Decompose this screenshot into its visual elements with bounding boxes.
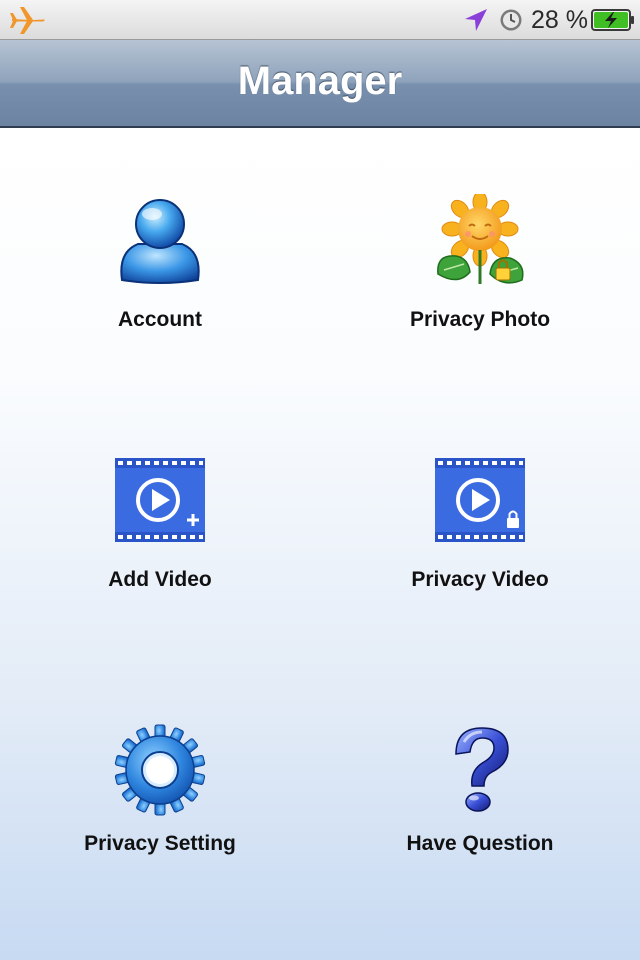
privacy-setting-label: Privacy Setting — [84, 832, 236, 855]
add-video-label: Add Video — [108, 568, 212, 591]
status-bar: 28 % — [0, 0, 640, 40]
alarm-clock-icon — [500, 9, 522, 31]
privacy-setting-button[interactable]: Privacy Setting — [0, 656, 320, 856]
question-mark-icon — [455, 727, 509, 812]
privacy-video-label: Privacy Video — [411, 568, 549, 591]
privacy-photo-button[interactable]: Privacy Photo — [320, 128, 640, 331]
gear-icon — [114, 724, 206, 816]
video-lock-icon — [435, 458, 525, 542]
privacy-video-button[interactable]: Privacy Video — [320, 392, 640, 592]
have-question-label: Have Question — [406, 832, 554, 855]
account-label: Account — [118, 308, 202, 331]
video-add-icon — [115, 458, 205, 542]
sunflower-lock-icon — [437, 194, 524, 284]
battery-charging-icon — [591, 9, 634, 31]
privacy-photo-label: Privacy Photo — [409, 308, 551, 331]
user-icon — [120, 199, 200, 284]
account-button[interactable]: Account — [0, 128, 320, 331]
have-question-button[interactable]: Have Question — [320, 656, 640, 856]
add-video-button[interactable]: Add Video — [0, 392, 320, 592]
airplane-icon — [10, 7, 45, 34]
navigation-bar: Manager — [0, 40, 640, 128]
location-arrow-icon — [465, 9, 487, 31]
page-title: Manager — [237, 59, 403, 103]
menu-content: Account Privacy Photo Add Video Privacy … — [0, 128, 640, 960]
battery-percentage: 28 % — [531, 6, 588, 34]
menu-grid: Account Privacy Photo Add Video Privacy … — [0, 128, 640, 960]
